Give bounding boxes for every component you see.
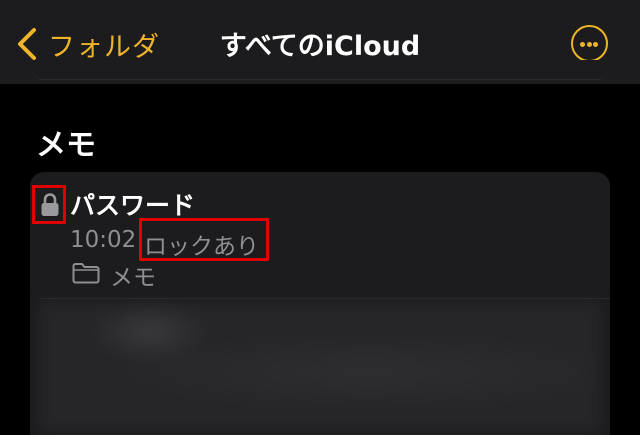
note-folder-name: メモ	[110, 265, 156, 291]
note-list-item[interactable]: パスワード 10:02 ロックあり メモ	[30, 172, 610, 435]
section-header: メモ	[36, 128, 96, 163]
note-lock-status: ロックあり	[144, 234, 259, 260]
more-dot	[593, 42, 598, 47]
more-dot	[580, 42, 585, 47]
blurred-preview	[40, 302, 600, 432]
lock-icon	[41, 193, 59, 216]
divider	[40, 298, 610, 299]
folder-icon	[72, 263, 100, 284]
more-button[interactable]	[571, 25, 608, 62]
page-title: すべてのiCloud	[219, 31, 421, 62]
notes-screen: フォルダ すべてのiCloud メモ パスワード 10:02 ロックあり メモ	[0, 0, 640, 435]
note-time: 10:02	[70, 227, 137, 253]
previous-card-edge	[30, 60, 610, 80]
note-title: パスワード	[70, 191, 196, 220]
more-dot	[586, 42, 592, 47]
